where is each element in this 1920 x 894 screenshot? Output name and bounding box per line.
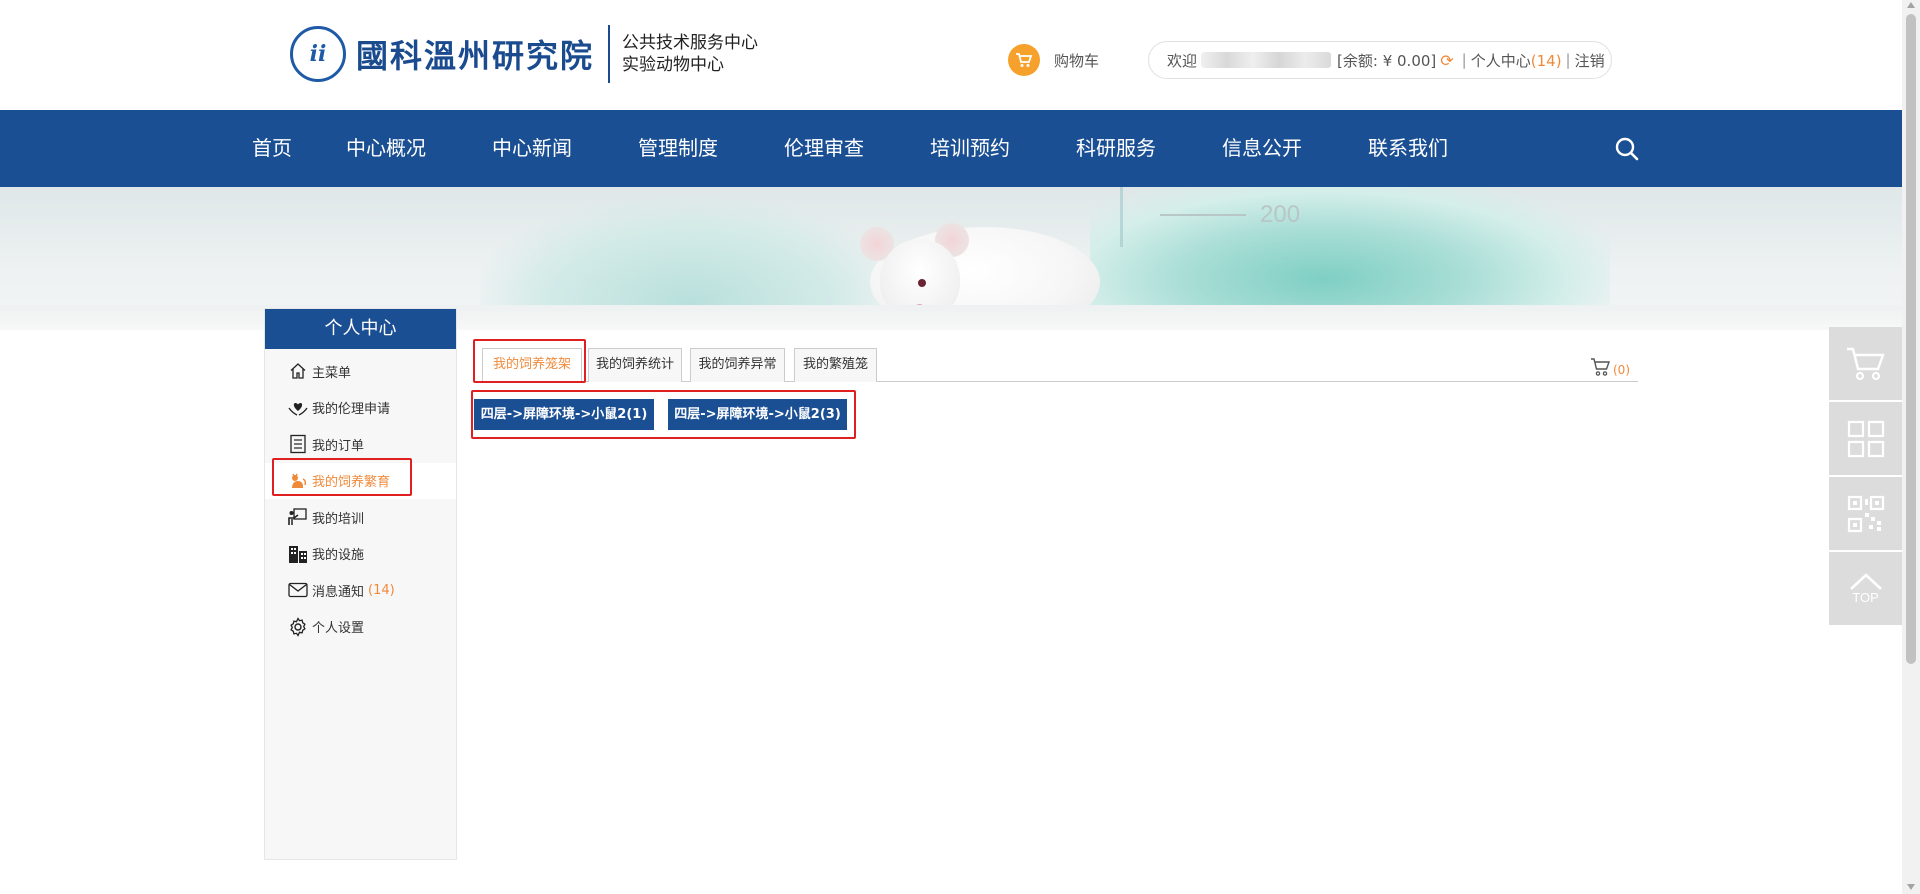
- logout-link[interactable]: 注销: [1575, 50, 1605, 71]
- tab-my-cage-racks[interactable]: 我的饲养笼架: [482, 348, 582, 383]
- nav-item-overview[interactable]: 中心概况: [346, 110, 426, 187]
- float-cart-button[interactable]: [1829, 327, 1902, 400]
- settings-gear-icon: [288, 616, 308, 637]
- sidebar-item-label: 个人设置: [312, 621, 365, 637]
- cart-count: (0): [1613, 363, 1630, 377]
- nav-item-contact[interactable]: 联系我们: [1368, 110, 1448, 187]
- sidebar-menu: 主菜单 我的伦理申请 我的订单 我的饲养繁育 我的培训 我的设施 消息通知 (1…: [265, 349, 456, 645]
- mail-icon: [288, 580, 308, 600]
- training-icon: [288, 507, 308, 527]
- flask-neck: [1120, 187, 1230, 247]
- personal-center-link[interactable]: 个人中心(14): [1471, 50, 1562, 71]
- building-icon: [288, 544, 308, 564]
- sidebar-item-notifications[interactable]: 消息通知 (14): [265, 572, 456, 609]
- refresh-icon[interactable]: ⟳: [1440, 51, 1453, 70]
- sidebar-item-main-menu[interactable]: 主菜单: [265, 353, 456, 390]
- heart-hands-icon: [288, 398, 308, 418]
- sidebar-item-label: 我的饲养繁育: [312, 475, 391, 491]
- sidebar-item-ethics-application[interactable]: 我的伦理申请: [265, 390, 456, 427]
- cage-button-2[interactable]: 四层->屏障环境->小鼠2(3): [668, 399, 847, 430]
- main-nav: 首页 中心概况 中心新闻 管理制度 伦理审查 培训预约 科研服务 信息公开 联系…: [0, 110, 1902, 187]
- sidebar-item-orders[interactable]: 我的订单: [265, 426, 456, 463]
- tab-my-breeding-cages[interactable]: 我的繁殖笼: [794, 348, 877, 382]
- cart-label: 购物车: [1054, 51, 1100, 70]
- logo-subtitle-line1: 公共技术服务中心: [622, 33, 759, 53]
- sidebar-title: 个人中心: [265, 309, 456, 349]
- home-icon: [288, 361, 308, 381]
- sidebar-item-training[interactable]: 我的培训: [265, 499, 456, 536]
- flask-mark-line: [1160, 214, 1246, 216]
- nav-item-regulations[interactable]: 管理制度: [638, 110, 718, 187]
- welcome-text: 欢迎: [1167, 51, 1198, 70]
- personal-center-count: (14): [1530, 51, 1562, 70]
- tab-my-statistics[interactable]: 我的饲养统计: [588, 348, 682, 382]
- personal-center-sidebar: 个人中心 主菜单 我的伦理申请 我的订单 我的饲养繁育 我的培训 我的设施 消息…: [264, 308, 457, 860]
- qrcode-icon: [1847, 495, 1884, 532]
- nav-item-home[interactable]: 首页: [252, 110, 292, 187]
- logo-divider: [608, 25, 611, 83]
- grid-icon: [1847, 420, 1884, 457]
- sidebar-item-label: 我的订单: [312, 438, 365, 454]
- divider: |: [1565, 51, 1571, 69]
- cart-icon: [1591, 358, 1610, 376]
- back-to-top-button[interactable]: TOP: [1829, 552, 1902, 625]
- cage-button-1[interactable]: 四层->屏障环境->小鼠2(1): [474, 399, 654, 430]
- logo-name: 國科溫州研究院: [356, 37, 595, 75]
- logo-subtitle: 公共技术服务中心 实验动物中心: [622, 32, 758, 76]
- username-blurred: [1201, 52, 1332, 68]
- sidebar-item-label: 我的设施: [312, 548, 365, 564]
- balance-text: [余额: ¥ 0.00]: [1337, 51, 1437, 70]
- site-logo[interactable]: ii 國科溫州研究院 公共技术服务中心 实验动物中心: [290, 24, 758, 84]
- sidebar-item-breeding[interactable]: 我的饲养繁育: [265, 462, 456, 499]
- floating-toolbar: TOP: [1829, 327, 1902, 627]
- cart-icon: [1008, 44, 1040, 76]
- user-status-bar: 欢迎 [余额: ¥ 0.00] ⟳ | 个人中心(14) | 注销: [1148, 41, 1612, 79]
- logo-seal-icon: ii: [290, 26, 346, 82]
- flask-mark-label: 200: [1260, 201, 1301, 228]
- sidebar-item-label: 我的培训: [312, 511, 365, 527]
- nav-item-ethics[interactable]: 伦理审查: [784, 110, 864, 187]
- tab-my-exceptions[interactable]: 我的饲养异常: [690, 348, 785, 382]
- sidebar-item-settings[interactable]: 个人设置: [265, 609, 456, 646]
- content-cart-link[interactable]: (0): [1590, 357, 1630, 377]
- sidebar-item-label: 主菜单: [312, 365, 352, 381]
- divider: |: [1461, 51, 1467, 69]
- page-scrollbar[interactable]: [1902, 0, 1920, 894]
- notification-count-badge: (14): [368, 582, 395, 598]
- mouse-eye: [918, 279, 926, 287]
- sidebar-item-label: 消息通知: [312, 584, 365, 600]
- nav-list: 首页 中心概况 中心新闻 管理制度 伦理审查 培训预约 科研服务 信息公开 联系…: [252, 110, 1448, 187]
- order-list-icon: [288, 434, 308, 454]
- nav-item-disclosure[interactable]: 信息公开: [1222, 110, 1302, 187]
- search-icon[interactable]: [1614, 136, 1640, 162]
- scroll-thumb[interactable]: [1906, 14, 1916, 664]
- nav-item-training[interactable]: 培训预约: [930, 110, 1010, 187]
- back-to-top-icon: [1849, 573, 1882, 590]
- logo-seal-text: ii: [309, 41, 327, 67]
- scroll-down-arrow-icon[interactable]: [1907, 884, 1915, 890]
- breeding-tabs: 我的饲养笼架 我的饲养统计 我的饲养异常 我的繁殖笼: [474, 344, 1638, 383]
- nav-item-research[interactable]: 科研服务: [1076, 110, 1156, 187]
- animal-icon: [288, 471, 308, 491]
- nav-item-news[interactable]: 中心新闻: [492, 110, 572, 187]
- back-to-top-label: TOP: [1852, 590, 1879, 605]
- header-cart-link[interactable]: 购物车: [1008, 44, 1099, 76]
- scroll-up-arrow-icon[interactable]: [1907, 2, 1915, 8]
- logo-subtitle-line2: 实验动物中心: [622, 55, 725, 75]
- sidebar-item-label: 我的伦理申请: [312, 402, 391, 418]
- float-menu-button[interactable]: [1829, 402, 1902, 475]
- cart-icon: [1846, 347, 1885, 380]
- personal-center-label: 个人中心: [1470, 51, 1531, 70]
- site-header: ii 國科溫州研究院 公共技术服务中心 实验动物中心 购物车 欢迎 [余额: ¥…: [0, 0, 1902, 110]
- float-qrcode-button[interactable]: [1829, 477, 1902, 550]
- sidebar-item-facilities[interactable]: 我的设施: [265, 536, 456, 573]
